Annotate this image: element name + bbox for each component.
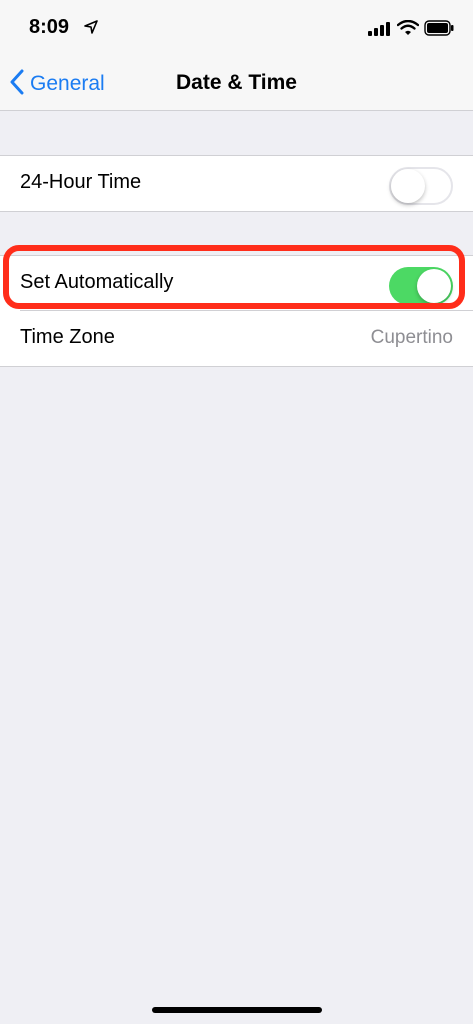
navigation-bar: General Date & Time <box>0 58 473 111</box>
settings-group-clock-format: 24-Hour Time <box>0 155 473 212</box>
row-set-automatically: Set Automatically <box>0 256 473 311</box>
24-hour-time-toggle[interactable] <box>389 167 453 205</box>
row-24-hour-time: 24-Hour Time <box>0 156 473 211</box>
row-label: 24-Hour Time <box>20 171 142 193</box>
row-label: Time Zone <box>20 326 115 348</box>
status-time: 8:09 <box>29 16 70 38</box>
toggle-knob <box>417 269 451 303</box>
settings-group-time-source: Set Automatically Time Zone Cupertino <box>0 255 473 367</box>
home-indicator[interactable] <box>152 1007 322 1013</box>
row-label: Set Automatically <box>20 271 174 293</box>
cellular-signal-icon <box>368 22 390 41</box>
time-zone-value: Cupertino <box>370 327 453 348</box>
row-time-zone[interactable]: Time Zone Cupertino <box>0 311 473 366</box>
set-automatically-toggle[interactable] <box>389 267 453 305</box>
location-arrow-icon <box>84 20 98 39</box>
page-title: Date & Time <box>176 71 297 94</box>
wifi-icon <box>396 19 420 41</box>
battery-icon <box>424 20 454 41</box>
toggle-knob <box>391 169 425 203</box>
status-bar: 8:09 <box>0 0 473 58</box>
